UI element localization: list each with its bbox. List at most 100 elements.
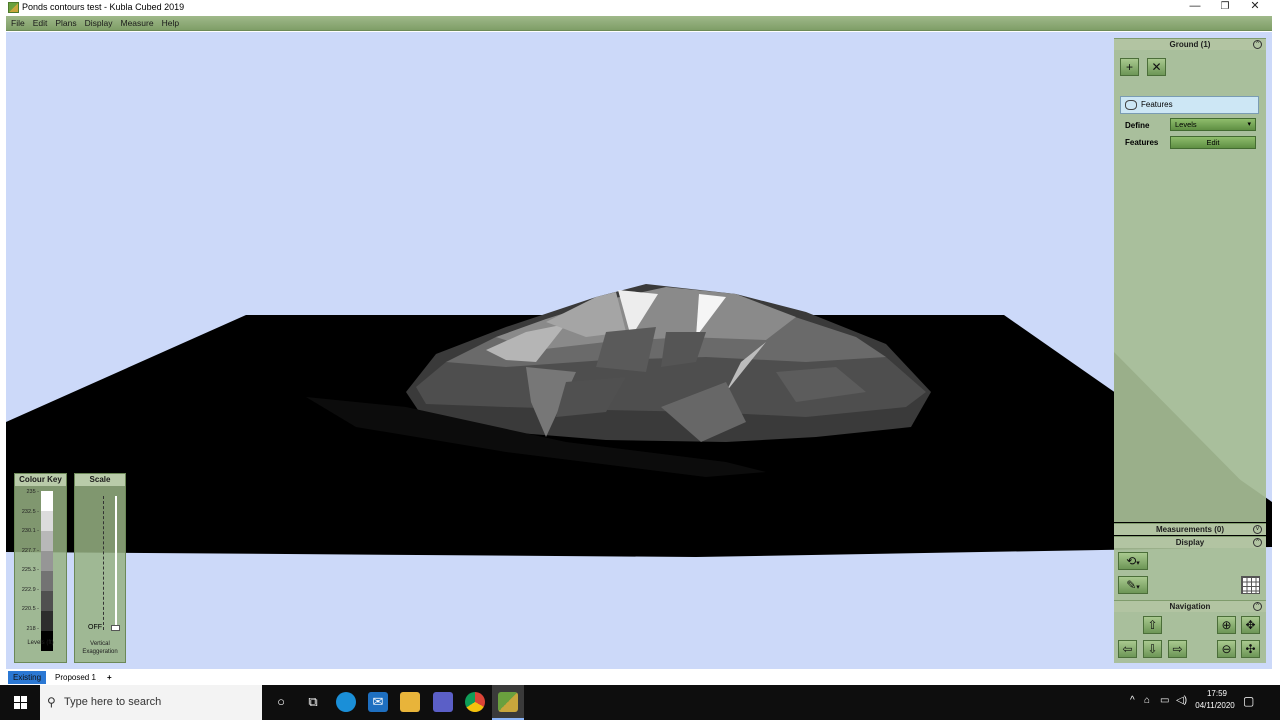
minimize-button[interactable]: — — [1180, 0, 1210, 15]
colour-key-swatch — [41, 531, 53, 551]
layer-style-dropdown[interactable]: ✎▾ — [1118, 576, 1148, 594]
navigation-header-label: Navigation — [1169, 602, 1211, 611]
colour-key-units: Levels (ft) — [27, 640, 54, 646]
display-header[interactable]: Display ^ — [1114, 536, 1266, 548]
scale-title: Scale — [75, 474, 125, 486]
define-select-value: Levels — [1175, 120, 1197, 129]
mail-icon[interactable]: ✉ — [368, 692, 388, 712]
scale-track — [115, 496, 117, 630]
scale-footer-line1: Vertical — [90, 641, 110, 647]
add-tab-button[interactable]: + — [102, 671, 117, 684]
collapse-navigation-icon[interactable]: ^ — [1253, 602, 1262, 611]
colour-key-label: 218 - — [26, 625, 39, 632]
task-view-icon[interactable]: ⧉ — [303, 692, 323, 712]
tab-existing[interactable]: Existing — [8, 671, 47, 684]
pan-up-icon[interactable]: ⇧ — [1143, 616, 1162, 634]
colour-key-bar — [41, 491, 53, 651]
volume-icon[interactable]: ◁) — [1176, 695, 1187, 706]
plan-tabs: Existing Proposed 1 + — [6, 671, 1272, 684]
taskbar-search-box[interactable]: ⚲ Type here to search — [40, 685, 262, 720]
features-item[interactable]: Features — [1120, 96, 1259, 114]
battery-icon[interactable]: ▭ — [1160, 695, 1169, 706]
navigation-panel-body: ⇧ ⇦ ⇩ ⇨ ⊕ ✥ ⊖ ✣ — [1114, 612, 1266, 663]
zoom-out-icon[interactable]: ⊖ — [1217, 640, 1236, 658]
menu-file[interactable]: File — [8, 16, 28, 31]
zoom-in-icon[interactable]: ⊕ — [1217, 616, 1236, 634]
colour-key-panel: Colour Key 235 - 232.5 - 230.1 - 227.7 - 225… — [14, 473, 67, 663]
measurements-header-label: Measurements (0) — [1155, 525, 1225, 534]
add-ground-button[interactable]: + — [1120, 58, 1139, 76]
kubla-cubed-taskbar-item[interactable] — [492, 685, 524, 720]
edit-features-button[interactable]: Edit — [1170, 136, 1256, 149]
clock-time[interactable]: 17:59 — [1200, 689, 1234, 698]
colour-key-swatch — [41, 591, 53, 611]
menu-edit[interactable]: Edit — [30, 16, 51, 31]
collapse-display-icon[interactable]: ^ — [1253, 538, 1262, 547]
menu-measure[interactable]: Measure — [118, 16, 157, 31]
colour-key-label: 230.1 - — [21, 528, 39, 534]
pan-left-icon[interactable]: ⇦ — [1118, 640, 1137, 658]
scale-slider-handle[interactable] — [111, 625, 120, 631]
menu-plans[interactable]: Plans — [52, 16, 79, 31]
chevron-down-icon: ▾ — [1136, 560, 1140, 567]
scale-ticks — [103, 496, 107, 630]
kubla-cubed-icon — [498, 692, 518, 712]
collapse-ground-icon[interactable]: ^ — [1253, 40, 1262, 49]
right-panel: Ground (1) ^ + ✕ Features Define Levels … — [1114, 38, 1266, 663]
measurements-header[interactable]: Measurements (0) v — [1114, 523, 1266, 535]
ground-panel-body: + ✕ Features Define Levels ▾ Features Ed… — [1114, 50, 1266, 522]
scale-off-label: OFF — [88, 624, 102, 631]
colour-key-swatch — [41, 551, 53, 571]
teams-icon[interactable] — [433, 692, 453, 712]
view-3d-dropdown[interactable]: ⟲▾ — [1118, 552, 1148, 570]
colour-key-swatch — [41, 511, 53, 531]
tray-chevron-icon[interactable]: ^ — [1130, 695, 1135, 706]
title-bar: Ponds contours test - Kubla Cubed 2019 —… — [0, 0, 1280, 15]
view-3d-icon: ⟲ — [1126, 554, 1137, 568]
chevron-down-icon: ▾ — [1247, 121, 1251, 128]
chrome-icon[interactable] — [465, 692, 485, 712]
navigation-header[interactable]: Navigation ^ — [1114, 600, 1266, 612]
colour-key-swatch — [41, 611, 53, 631]
chevron-down-icon: ▾ — [1136, 584, 1140, 591]
grid-toggle-icon[interactable] — [1241, 576, 1260, 594]
delete-ground-button[interactable]: ✕ — [1147, 58, 1166, 76]
app-icon — [8, 2, 19, 13]
define-label: Define — [1125, 121, 1150, 130]
colour-key-label: 227.7 - — [21, 547, 39, 554]
ground-header[interactable]: Ground (1) ^ — [1114, 38, 1266, 50]
scale-footer-line2: Exaggeration — [82, 649, 118, 655]
terrain-scene — [6, 284, 1272, 557]
notifications-icon[interactable]: ▢ — [1243, 694, 1254, 708]
layers-icon — [1125, 100, 1137, 110]
cortana-icon[interactable]: ○ — [271, 692, 291, 712]
display-header-label: Display — [1175, 538, 1205, 547]
search-icon: ⚲ — [47, 695, 56, 709]
colour-key-swatch — [41, 571, 53, 591]
features-label: Features — [1125, 138, 1159, 147]
orbit-icon[interactable]: ✣ — [1241, 640, 1260, 658]
edge-icon[interactable] — [336, 692, 356, 712]
close-button[interactable]: ✕ — [1240, 0, 1270, 15]
define-select[interactable]: Levels ▾ — [1170, 118, 1256, 131]
fit-view-icon[interactable]: ✥ — [1241, 616, 1260, 634]
expand-measurements-icon[interactable]: v — [1253, 525, 1262, 534]
layer-style-icon: ✎ — [1126, 578, 1137, 592]
windows-start-icon[interactable] — [14, 696, 28, 710]
3d-viewport[interactable] — [6, 32, 1272, 669]
search-placeholder: Type here to search — [64, 696, 162, 708]
network-icon[interactable]: ⌂ — [1144, 695, 1150, 706]
pan-down-icon[interactable]: ⇩ — [1143, 640, 1162, 658]
taskbar: ⚲ Type here to search ○ ⧉ ✉ ^ ⌂ ▭ ◁) 17:… — [0, 685, 1280, 720]
colour-key-swatch — [41, 491, 53, 511]
menu-help[interactable]: Help — [159, 16, 182, 31]
pan-right-icon[interactable]: ⇨ — [1168, 640, 1187, 658]
file-explorer-icon[interactable] — [400, 692, 420, 712]
tab-proposed-1[interactable]: Proposed 1 — [50, 671, 101, 684]
colour-key-title: Colour Key — [15, 474, 66, 486]
clock-date[interactable]: 04/11/2020 — [1192, 701, 1238, 710]
window-title: Ponds contours test - Kubla Cubed 2019 — [22, 2, 185, 12]
menu-display[interactable]: Display — [82, 16, 116, 31]
colour-key-label: 225.3 - — [21, 567, 39, 573]
restore-button[interactable]: ❐ — [1210, 0, 1240, 15]
